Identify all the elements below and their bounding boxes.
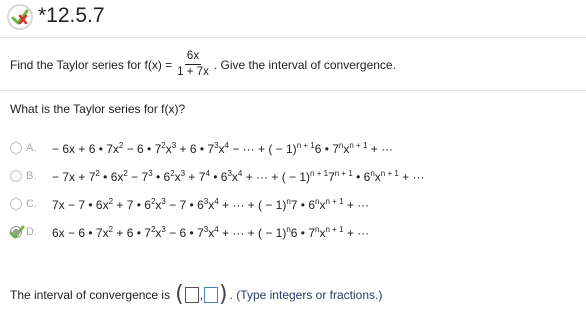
radio-button[interactable] xyxy=(10,198,22,210)
close-paren: ) xyxy=(219,282,228,307)
option-c[interactable]: C. 7x − 7 • 6x2 + 7 • 62x3 − 7 • 63x4 + … xyxy=(10,193,369,215)
fraction-numerator: 6x xyxy=(184,50,202,65)
option-a[interactable]: A. − 6x + 6 • 7x2 − 6 • 72x3 + 6 • 73x4 … xyxy=(10,137,393,159)
interval-upper-input[interactable] xyxy=(204,287,219,303)
divider xyxy=(0,37,586,38)
problem-header: *12.5.7 xyxy=(0,0,586,36)
interval-answer-row: The interval of convergence is ( , ) . (… xyxy=(10,282,383,307)
interval-lower-input[interactable] xyxy=(184,287,199,303)
option-b[interactable]: B. − 7x + 72 • 6x2 − 73 • 62x3 + 74 • 63… xyxy=(10,165,424,187)
option-d[interactable]: D. 6x − 6 • 7x2 + 6 • 72x3 − 6 • 73x4 + … xyxy=(9,221,370,243)
problem-id: *12.5.7 xyxy=(38,4,105,27)
radio-button[interactable] xyxy=(10,142,22,154)
option-letter: B. xyxy=(26,170,37,182)
input-hint: . (Type integers or fractions.) xyxy=(229,288,383,302)
interval-label: The interval of convergence is xyxy=(10,288,171,302)
prompt-lead: Find the Taylor series for f(x) = xyxy=(10,57,173,72)
function-fraction: 6x 1 + 7x xyxy=(175,50,211,79)
option-letter: A. xyxy=(26,142,37,154)
question-text: What is the Taylor series for f(x)? xyxy=(10,102,186,116)
open-paren: ( xyxy=(175,282,184,307)
problem-prompt: Find the Taylor series for f(x) = 6x 1 +… xyxy=(10,50,396,79)
divider xyxy=(0,90,586,91)
option-b-expression: − 7x + 72 • 6x2 − 73 • 62x3 + 74 • 63x4 … xyxy=(52,168,425,184)
checkmark-icon xyxy=(9,225,25,239)
option-a-expression: − 6x + 6 • 7x2 − 6 • 72x3 + 6 • 73x4 − ·… xyxy=(52,140,394,156)
option-letter: D. xyxy=(26,226,37,238)
incorrect-icon xyxy=(7,4,33,30)
option-c-expression: 7x − 7 • 6x2 + 7 • 62x3 − 7 • 63x4 + ···… xyxy=(52,196,370,212)
fraction-denominator: 1 + 7x xyxy=(177,66,209,78)
interval-separator: , xyxy=(199,288,204,302)
radio-button-selected[interactable] xyxy=(9,225,25,239)
radio-button[interactable] xyxy=(10,170,22,182)
prompt-trail: . Give the interval of convergence. xyxy=(213,57,396,72)
option-d-expression: 6x − 6 • 7x2 + 6 • 72x3 − 6 • 73x4 + ···… xyxy=(52,224,370,240)
option-letter: C. xyxy=(26,198,37,210)
